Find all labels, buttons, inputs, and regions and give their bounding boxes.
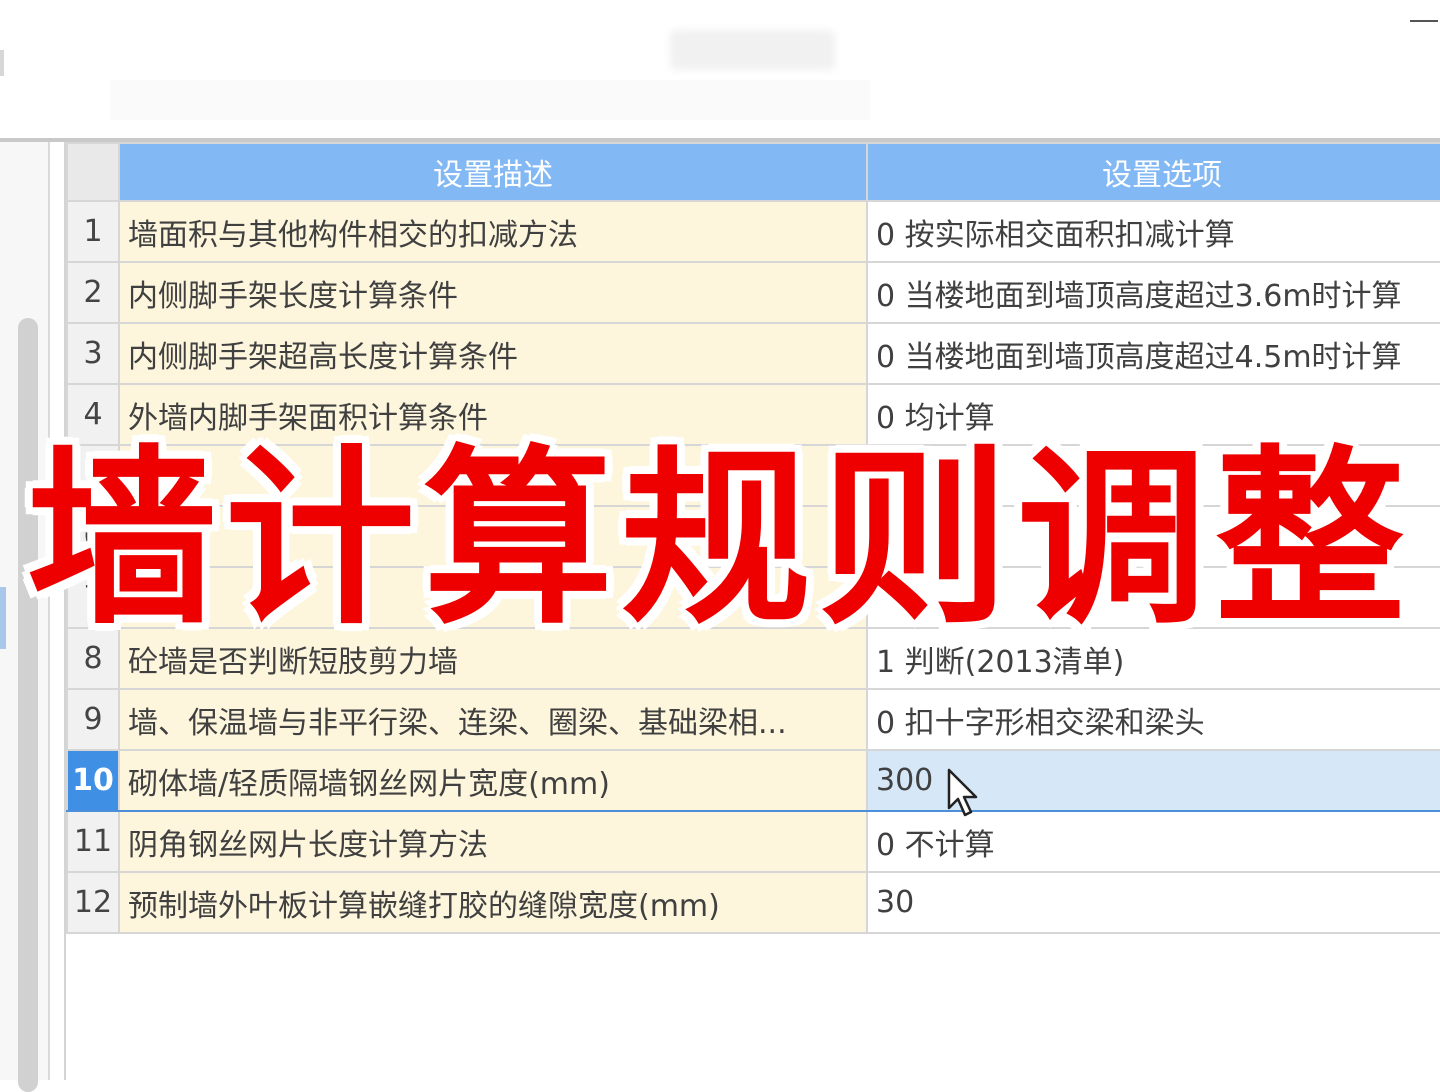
setting-description: 内侧脚手架长度计算条件	[118, 261, 868, 324]
row-number[interactable]: 2	[66, 261, 120, 324]
setting-description: 墙面积与其他构件相交的扣减方法	[118, 200, 868, 263]
setting-option[interactable]: 30	[866, 871, 1440, 934]
row-number[interactable]: 12	[66, 871, 120, 934]
window-edge	[0, 50, 4, 76]
blurred-control[interactable]	[670, 30, 835, 70]
table-row[interactable]: 11 阴角钢丝网片长度计算方法 0 不计算	[66, 810, 1440, 873]
table-row[interactable]: 2 内侧脚手架长度计算条件 0 当楼地面到墙顶高度超过3.6m时计算	[66, 261, 1440, 324]
table-row[interactable]: 12 预制墙外叶板计算嵌缝打胶的缝隙宽度(mm) 30	[66, 871, 1440, 934]
table-header-row: 设置描述 设置选项	[66, 142, 1440, 202]
setting-option[interactable]: 0 当楼地面到墙顶高度超过3.6m时计算	[866, 261, 1440, 324]
header-description[interactable]: 设置描述	[118, 142, 868, 202]
setting-description: 预制墙外叶板计算嵌缝打胶的缝隙宽度(mm)	[118, 871, 868, 934]
table-row[interactable]: 1 墙面积与其他构件相交的扣减方法 0 按实际相交面积扣减计算	[66, 200, 1440, 263]
row-number[interactable]: 9	[66, 688, 120, 751]
setting-option[interactable]: 0 扣十字形相交梁和梁头	[866, 688, 1440, 751]
setting-option[interactable]: 0 不计算	[866, 810, 1440, 873]
table-row[interactable]: 9 墙、保温墙与非平行梁、连梁、圈梁、基础梁相... 0 扣十字形相交梁和梁头	[66, 688, 1440, 751]
table-row[interactable]: 3 内侧脚手架超高长度计算条件 0 当楼地面到墙顶高度超过4.5m时计算	[66, 322, 1440, 385]
setting-description: 阴角钢丝网片长度计算方法	[118, 810, 868, 873]
row-number[interactable]: 10	[66, 749, 120, 812]
setting-description: 墙、保温墙与非平行梁、连梁、圈梁、基础梁相...	[118, 688, 868, 751]
row-number[interactable]: 3	[66, 322, 120, 385]
toolbar-area	[0, 0, 1440, 140]
minimize-icon[interactable]	[1410, 20, 1438, 22]
setting-option[interactable]: 0 按实际相交面积扣减计算	[866, 200, 1440, 263]
mouse-pointer-icon	[947, 768, 978, 817]
setting-description: 内侧脚手架超高长度计算条件	[118, 322, 868, 385]
header-corner	[66, 142, 120, 202]
row-number[interactable]: 11	[66, 810, 120, 873]
toolbar-region	[110, 80, 870, 120]
setting-description: 砌体墙/轻质隔墙钢丝网片宽度(mm)	[118, 749, 868, 812]
header-option[interactable]: 设置选项	[866, 142, 1440, 202]
setting-option[interactable]: 0 当楼地面到墙顶高度超过4.5m时计算	[866, 322, 1440, 385]
row-number[interactable]: 1	[66, 200, 120, 263]
overlay-title: 墙计算规则调整	[26, 429, 1413, 650]
table-row-selected[interactable]: 10 砌体墙/轻质隔墙钢丝网片宽度(mm) 300	[66, 749, 1440, 812]
